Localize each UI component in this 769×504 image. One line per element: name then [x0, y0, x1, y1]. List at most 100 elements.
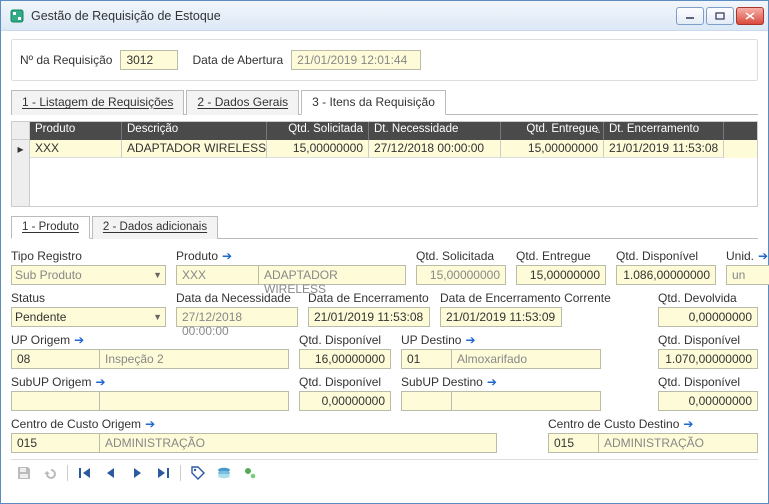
- save-icon[interactable]: [15, 464, 33, 482]
- undo-icon[interactable]: [41, 464, 59, 482]
- lookup-arrow-icon[interactable]: ➔: [74, 334, 84, 346]
- cc-destino-desc-field: ADMINISTRAÇÃO: [598, 433, 758, 453]
- up-destino-disp-field: 1.070,00000000: [658, 349, 758, 369]
- tab-listing[interactable]: 1 - Listagem de Requisições: [11, 90, 184, 115]
- sort-asc-icon: ▵: [595, 125, 600, 136]
- col-dt-encerramento[interactable]: Dt. Encerramento: [604, 122, 724, 140]
- up-origem-disp-label: Qtd. Disponível: [299, 333, 381, 347]
- up-origem-disp-field: 16,00000000: [299, 349, 391, 369]
- lookup-arrow-icon[interactable]: ➔: [145, 418, 155, 430]
- next-record-icon[interactable]: [128, 464, 146, 482]
- stack-icon[interactable]: [215, 464, 233, 482]
- chevron-down-icon: ▼: [153, 312, 162, 322]
- maximize-button[interactable]: [706, 7, 734, 25]
- form-panel: Tipo Registro Sub Produto▼ Produto➔ XXX …: [11, 245, 758, 453]
- data-encerr-corr-label: Data de Encerramento Corrente: [440, 291, 611, 305]
- gears-icon[interactable]: [241, 464, 259, 482]
- chevron-down-icon: ▼: [153, 270, 162, 280]
- grid-header[interactable]: Produto Descrição Qtd. Solicitada Dt. Ne…: [30, 122, 757, 140]
- produto-label: Produto: [176, 249, 218, 263]
- subup-origem-label: SubUP Origem: [11, 375, 91, 389]
- main-tabs: 1 - Listagem de Requisições 2 - Dados Ge…: [11, 89, 758, 115]
- col-produto[interactable]: Produto: [30, 122, 122, 140]
- cc-destino-label: Centro de Custo Destino: [548, 417, 679, 431]
- tab-items[interactable]: 3 - Itens da Requisição: [301, 90, 446, 115]
- req-no-label: Nº da Requisição: [20, 53, 112, 67]
- tipo-registro-label: Tipo Registro: [11, 249, 82, 263]
- window-title: Gestão de Requisição de Estoque: [31, 9, 676, 23]
- status-label: Status: [11, 291, 45, 305]
- subup-destino-label: SubUP Destino: [401, 375, 483, 389]
- up-destino-desc-field: Almoxarifado: [451, 349, 601, 369]
- subup-destino-disp-label: Qtd. Disponível: [658, 375, 740, 389]
- subup-origem-code-field[interactable]: [11, 391, 99, 411]
- lookup-arrow-icon[interactable]: ➔: [683, 418, 693, 430]
- close-button[interactable]: [736, 7, 764, 25]
- last-record-icon[interactable]: [154, 464, 172, 482]
- qtd-solicitada-label: Qtd. Solicitada: [416, 249, 494, 263]
- qtd-devolvida-field[interactable]: 0,00000000: [658, 307, 758, 327]
- produto-desc-field: ADAPTADOR WIRELESS: [258, 265, 406, 285]
- req-no-field[interactable]: 3012: [120, 50, 178, 70]
- prev-record-icon[interactable]: [102, 464, 120, 482]
- cc-origem-code-field[interactable]: 015: [11, 433, 99, 453]
- subup-destino-desc-field: [451, 391, 601, 411]
- data-necess-field[interactable]: 27/12/2018 00:00:00: [176, 307, 298, 327]
- subup-destino-disp-field: 0,00000000: [658, 391, 758, 411]
- up-destino-label: UP Destino: [401, 333, 461, 347]
- first-record-icon[interactable]: [76, 464, 94, 482]
- lookup-arrow-icon[interactable]: ➔: [222, 250, 232, 262]
- up-destino-disp-label: Qtd. Disponível: [658, 333, 740, 347]
- subup-destino-code-field[interactable]: [401, 391, 451, 411]
- open-date-field: 21/01/2019 12:01:44: [291, 50, 421, 70]
- app-icon: [9, 8, 25, 24]
- record-toolbar: [11, 459, 758, 485]
- col-qtd-entregue[interactable]: Qtd. Entregue▵: [501, 122, 604, 140]
- cc-origem-desc-field: ADMINISTRAÇÃO: [99, 433, 497, 453]
- lookup-arrow-icon[interactable]: ➔: [758, 250, 768, 262]
- lookup-arrow-icon[interactable]: ➔: [465, 334, 475, 346]
- up-origem-desc-field: Inspeção 2: [99, 349, 289, 369]
- cc-destino-code-field[interactable]: 015: [548, 433, 598, 453]
- produto-code-field[interactable]: XXX: [176, 265, 258, 285]
- col-qtd-solicitada[interactable]: Qtd. Solicitada: [267, 122, 369, 140]
- separator: [67, 465, 68, 481]
- tag-icon[interactable]: [189, 464, 207, 482]
- qtd-solicitada-field[interactable]: 15,00000000: [416, 265, 506, 285]
- qtd-disponivel-field: 1.086,00000000: [616, 265, 716, 285]
- header-panel: Nº da Requisição 3012 Data de Abertura 2…: [11, 39, 758, 81]
- row-indicator-icon: ▸: [12, 140, 29, 158]
- title-bar[interactable]: Gestão de Requisição de Estoque: [1, 1, 768, 31]
- subup-origem-disp-label: Qtd. Disponível: [299, 375, 381, 389]
- qtd-entregue-field[interactable]: 15,00000000: [516, 265, 606, 285]
- up-origem-code-field[interactable]: 08: [11, 349, 99, 369]
- data-encerr-label: Data de Encerramento: [308, 291, 429, 305]
- status-select[interactable]: Pendente▼: [11, 307, 166, 327]
- up-destino-code-field[interactable]: 01: [401, 349, 451, 369]
- unid-field[interactable]: un: [726, 265, 769, 285]
- tab-general[interactable]: 2 - Dados Gerais: [186, 90, 299, 115]
- subtab-adicionais[interactable]: 2 - Dados adicionais: [92, 216, 218, 239]
- items-grid[interactable]: ▸ Produto Descrição Qtd. Solicitada Dt. …: [11, 121, 758, 207]
- tipo-registro-select[interactable]: Sub Produto▼: [11, 265, 166, 285]
- unid-label: Unid.: [726, 249, 754, 263]
- qtd-entregue-label: Qtd. Entregue: [516, 249, 591, 263]
- col-dt-necessidade[interactable]: Dt. Necessidade: [369, 122, 501, 140]
- subup-origem-desc-field: [99, 391, 289, 411]
- qtd-disponivel-label: Qtd. Disponível: [616, 249, 698, 263]
- data-necess-label: Data da Necessidade: [176, 291, 291, 305]
- cc-origem-label: Centro de Custo Origem: [11, 417, 141, 431]
- separator: [180, 465, 181, 481]
- open-date-label: Data de Abertura: [192, 53, 283, 67]
- subtab-produto[interactable]: 1 - Produto: [11, 216, 90, 239]
- minimize-button[interactable]: [676, 7, 704, 25]
- col-descricao[interactable]: Descrição: [122, 122, 267, 140]
- lookup-arrow-icon[interactable]: ➔: [95, 376, 105, 388]
- qtd-devolvida-label: Qtd. Devolvida: [658, 291, 737, 305]
- table-row[interactable]: XXX ADAPTADOR WIRELESS 15,00000000 27/12…: [30, 140, 757, 158]
- data-encerr-corr-field[interactable]: 21/01/2019 11:53:09: [440, 307, 562, 327]
- subup-origem-disp-field: 0,00000000: [299, 391, 391, 411]
- sub-tabs: 1 - Produto 2 - Dados adicionais: [11, 215, 758, 239]
- data-encerr-field[interactable]: 21/01/2019 11:53:08: [308, 307, 430, 327]
- lookup-arrow-icon[interactable]: ➔: [487, 376, 497, 388]
